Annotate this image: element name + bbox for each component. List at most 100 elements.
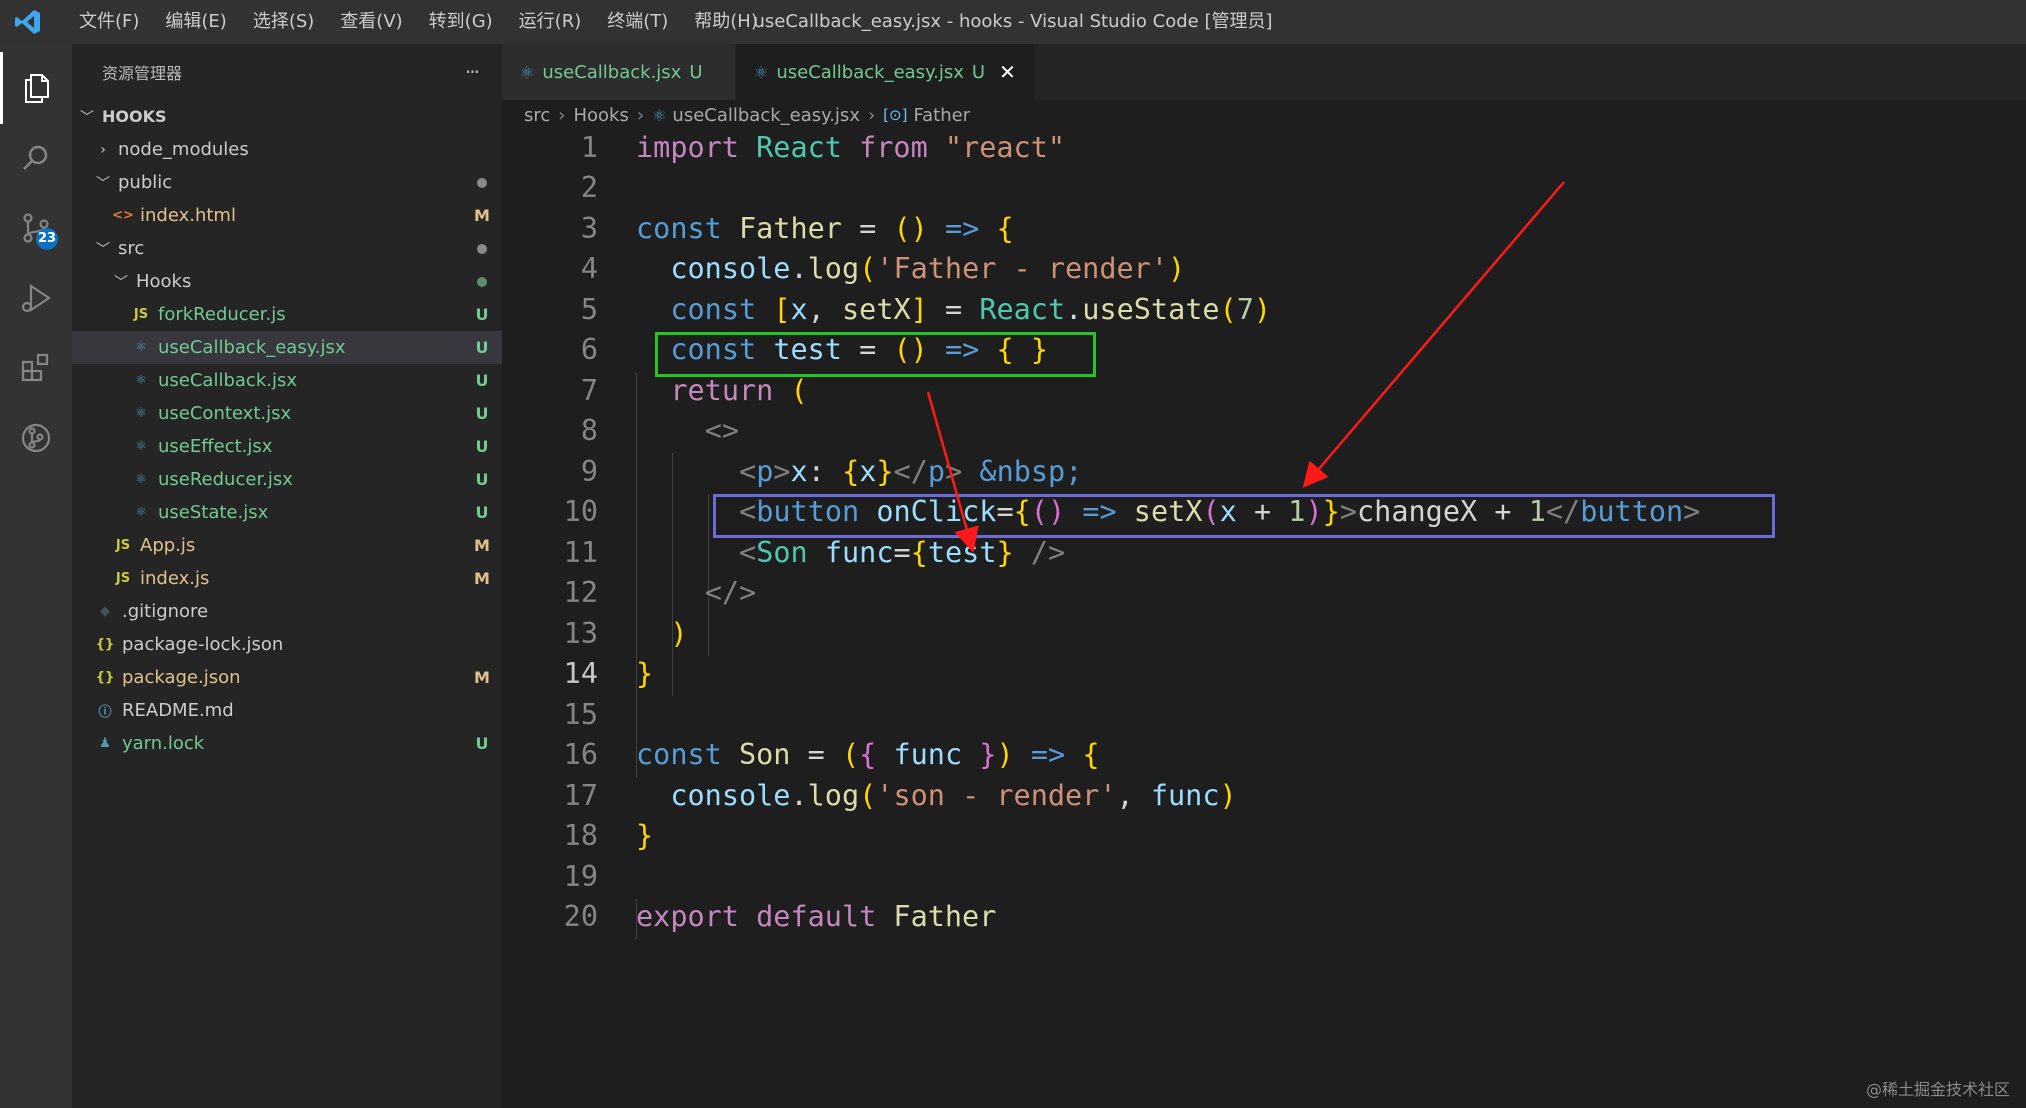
code-text: ): [670, 616, 688, 650]
breadcrumb-src[interactable]: src: [524, 105, 550, 126]
menu-item[interactable]: 转到(G): [416, 0, 506, 44]
breadcrumb-file[interactable]: useCallback_easy.jsx: [672, 105, 860, 126]
tree-item-label: useCallback.jsx: [158, 370, 297, 391]
git-status-badge: M: [474, 206, 490, 225]
react-file-icon: ⚛: [135, 505, 147, 520]
tree-file[interactable]: ⚛ useCallback_easy.jsx U: [72, 331, 502, 364]
react-file-icon: ⚛: [135, 406, 147, 421]
close-icon[interactable]: ✕: [999, 60, 1016, 84]
tab[interactable]: ⚛ useCallback.jsx U: [502, 44, 736, 100]
code-line: 5 const [x, setX] = React.useState(7): [502, 289, 2026, 330]
symbol-variable-icon: [⊙]: [883, 106, 908, 124]
tree-file[interactable]: ♟ yarn.lock U: [72, 727, 502, 760]
js-file-icon: JS: [115, 571, 131, 586]
extensions-icon[interactable]: [0, 332, 72, 404]
line-number: 15: [563, 697, 598, 731]
json-file-icon: {}: [95, 637, 115, 652]
tree-file[interactable]: ⚛ useEffect.jsx U: [72, 430, 502, 463]
code-text: console.log('Father - render'): [670, 252, 1186, 286]
menu-item[interactable]: 终端(T): [594, 0, 681, 44]
tree-file[interactable]: ◆ .gitignore: [72, 595, 502, 628]
code-line: 11 <Son func={test} />: [502, 532, 2026, 573]
menu-item[interactable]: 编辑(E): [152, 0, 239, 44]
sidebar-title: 资源管理器: [102, 64, 183, 83]
menu-item[interactable]: 文件(F): [66, 0, 152, 44]
code-line: 1 import React from "react": [502, 127, 2026, 168]
git-status-badge: U: [475, 305, 489, 324]
line-number: 13: [563, 616, 598, 650]
info-file-icon: ⓘ: [98, 705, 112, 720]
line-number: 16: [563, 738, 598, 772]
code-text: const [x, setX] = React.useState(7): [670, 292, 1272, 326]
tree-item-label: useEffect.jsx: [158, 436, 273, 457]
menu-item[interactable]: 运行(R): [506, 0, 595, 44]
tree-file[interactable]: ⚛ useState.jsx U: [72, 496, 502, 529]
chevron-right-icon: ›: [558, 104, 566, 126]
code-text: <p>x: {x}</p> &nbsp;: [739, 454, 1083, 488]
chevron-right-icon: ›: [867, 104, 876, 126]
code-line: 18}: [502, 816, 2026, 857]
line-number: 3: [580, 211, 598, 245]
tree-item-label: useReducer.jsx: [158, 469, 293, 490]
root-folder[interactable]: ﹀ HOOKS: [72, 100, 502, 133]
tree-file[interactable]: JS index.js M: [72, 562, 502, 595]
tab-status: U: [971, 61, 986, 83]
line-number: 14: [563, 657, 598, 691]
git-status-badge: U: [475, 338, 489, 357]
tree-folder[interactable]: ﹀ Hooks: [72, 265, 502, 298]
tree-file[interactable]: ⓘ README.md: [72, 694, 502, 727]
tree-file[interactable]: ⚛ useCallback.jsx U: [72, 364, 502, 397]
sidebar-header: 资源管理器 ···: [72, 44, 502, 100]
tree-item-label: useState.jsx: [158, 502, 269, 523]
git-status-badge: M: [474, 668, 490, 687]
git-graph-icon[interactable]: [0, 402, 72, 474]
tree-file[interactable]: {} package.json M: [72, 661, 502, 694]
tab-label: useCallback_easy.jsx: [776, 61, 964, 83]
tree-file[interactable]: ⚛ useContext.jsx U: [72, 397, 502, 430]
code-text: console.log('son - render', func): [670, 778, 1237, 812]
editor-tabs: ⚛ useCallback.jsx U ⚛ useCallback_easy.jsx U ✕: [502, 44, 2026, 100]
line-number: 5: [580, 292, 598, 326]
git-status-badge: M: [474, 536, 490, 555]
run-debug-icon[interactable]: [0, 262, 72, 334]
code-text: <>: [704, 414, 740, 448]
tree-file[interactable]: {} package-lock.json: [72, 628, 502, 661]
breadcrumb-hooks[interactable]: Hooks: [573, 105, 628, 126]
chevron-right-icon: ›: [636, 104, 645, 126]
tab-active[interactable]: ⚛ useCallback_easy.jsx U ✕: [736, 44, 1035, 100]
git-status-badge: U: [475, 470, 489, 489]
git-status-badge: M: [474, 569, 490, 588]
explorer-sidebar: 资源管理器 ··· ﹀ HOOKS › node_modules ﹀ public <>…: [72, 44, 502, 1108]
code-line: 17 console.log('son - render', func): [502, 775, 2026, 816]
search-icon[interactable]: [0, 122, 72, 194]
tree-item-label: index.html: [140, 205, 236, 226]
breadcrumb-symbol[interactable]: Father: [913, 105, 970, 126]
line-number: 20: [563, 900, 598, 934]
menu-item[interactable]: 查看(V): [327, 0, 415, 44]
line-number: 4: [580, 252, 598, 286]
react-file-icon: ⚛: [135, 340, 147, 355]
git-status-badge: U: [475, 437, 489, 456]
explorer-icon[interactable]: [0, 52, 72, 124]
tree-file[interactable]: JS forkReducer.js U: [72, 298, 502, 331]
menu-item[interactable]: 帮助(H): [681, 0, 771, 44]
activity-bar: 23: [0, 44, 72, 1108]
code-line: 13 ): [502, 613, 2026, 654]
code-line: 3 const Father = () => {: [502, 208, 2026, 249]
tree-folder[interactable]: ﹀ public: [72, 166, 502, 199]
tree-folder[interactable]: ﹀ src: [72, 232, 502, 265]
breadcrumb: src › Hooks › ⚛ useCallback_easy.jsx › […: [502, 100, 2026, 130]
source-control-icon[interactable]: 23: [0, 192, 72, 264]
more-actions-icon[interactable]: ···: [465, 60, 480, 84]
tree-folder[interactable]: › node_modules: [72, 133, 502, 166]
chevron-right-icon: ›: [100, 141, 106, 158]
tree-file[interactable]: ⚛ useReducer.jsx U: [72, 463, 502, 496]
tree-file[interactable]: <> index.html M: [72, 199, 502, 232]
tree-item-label: forkReducer.js: [158, 304, 286, 325]
code-editor[interactable]: 1 import React from "react" 2 3 const Father…: [502, 130, 2026, 1108]
menu-item[interactable]: 选择(S): [240, 0, 327, 44]
modified-dot-icon: [462, 239, 502, 258]
chevron-down-icon: ﹀: [114, 274, 128, 291]
line-number: 1: [580, 130, 598, 164]
tree-file[interactable]: JS App.js M: [72, 529, 502, 562]
